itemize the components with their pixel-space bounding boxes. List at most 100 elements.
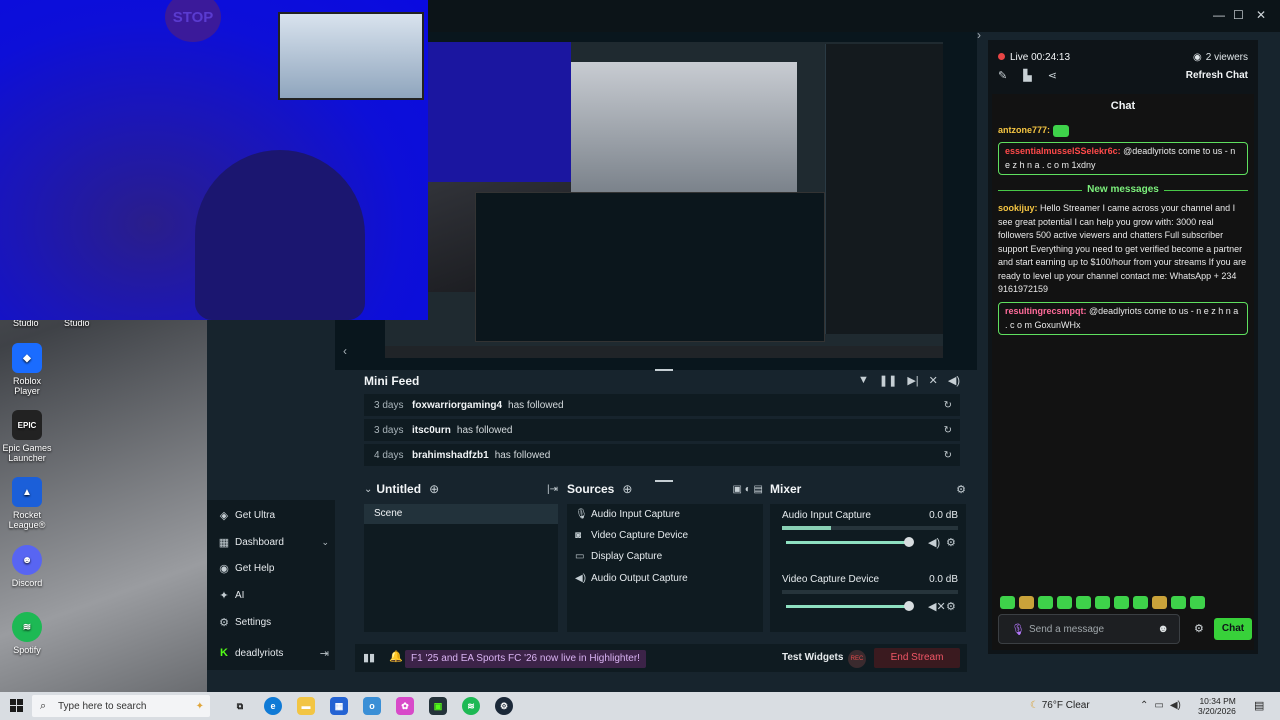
chevron-up-icon[interactable]: ⌃ [1140, 700, 1148, 711]
emote-icon[interactable] [1019, 596, 1034, 609]
desktop-icon-roblox[interactable]: ◆ Roblox Player [0, 343, 54, 396]
source-item-video-capture[interactable]: ◙ Video Capture Device [575, 525, 688, 545]
emoji-icon[interactable]: ☻ [1157, 623, 1169, 635]
close-icon[interactable]: ✕ [1256, 8, 1266, 22]
emote-icon[interactable] [1190, 596, 1205, 609]
taskbar-search[interactable]: ⌕ Type here to search ✦ [32, 695, 210, 717]
chat-input[interactable]: 🎙 Send a message ☻ [998, 614, 1180, 644]
source-item-audio-output[interactable]: ◀) Audio Output Capture [575, 568, 688, 588]
edit-stream-icon[interactable]: ✎ [998, 69, 1007, 82]
streamlabs-icon[interactable]: ▣ [429, 697, 447, 715]
windows-start-icon[interactable] [10, 699, 24, 713]
chat-username[interactable]: sookijuy: [998, 203, 1038, 213]
scene-collection-icon[interactable]: ⌄ [364, 484, 372, 495]
mute-alerts-icon[interactable]: ✕ [929, 374, 938, 387]
end-stream-button[interactable]: End Stream [874, 648, 960, 668]
task-view-icon[interactable]: ⧉ [231, 697, 249, 715]
emote-icon[interactable] [1000, 596, 1015, 609]
desktop-icon-label: Rocket League® [8, 510, 46, 530]
gear-icon[interactable]: ⚙ [946, 536, 956, 549]
emote-icon[interactable] [1133, 596, 1148, 609]
clip-icon[interactable]: ▙ [1023, 69, 1031, 82]
collapse-nav-icon[interactable]: ‹ [343, 344, 347, 358]
emote-bar [1000, 596, 1205, 609]
chat-username[interactable]: essentialmusselSSelekr6c: [1005, 146, 1121, 156]
maximize-icon[interactable]: ☐ [1233, 8, 1244, 22]
highlighter-promo[interactable]: F1 '25 and EA Sports FC '26 now live in … [405, 650, 646, 668]
file-explorer-icon[interactable]: ▬ [297, 697, 315, 715]
stats-icon[interactable]: ▮▮ [363, 651, 375, 664]
expand-chat-icon[interactable]: › [977, 28, 981, 42]
feed-user: brahimshadfzb1 [412, 449, 489, 461]
emote-icon[interactable] [1038, 596, 1053, 609]
repeat-alert-icon[interactable]: ↻ [944, 450, 952, 461]
volume-icon[interactable]: ◀) [1170, 700, 1181, 711]
scene-collection-title[interactable]: Untitled [376, 482, 421, 496]
volume-slider-knob[interactable] [904, 601, 914, 611]
source-item-audio-input[interactable]: 🎙 Audio Input Capture [575, 504, 680, 524]
volume-slider[interactable] [786, 601, 914, 611]
scene-item[interactable]: Scene [364, 504, 558, 524]
emote-icon[interactable] [1095, 596, 1110, 609]
desktop-icon-spotify[interactable]: ≋ Spotify [0, 612, 54, 655]
nav-item-ai[interactable]: ✦ AI [217, 585, 335, 605]
emote-icon[interactable] [1057, 596, 1072, 609]
emote-icon[interactable] [1076, 596, 1091, 609]
spotify-icon[interactable]: ≋ [462, 697, 480, 715]
store-icon[interactable]: ▦ [330, 697, 348, 715]
emote-icon[interactable] [1171, 596, 1186, 609]
viewer-count: ◉ 2 viewers [1193, 52, 1248, 63]
gear-icon[interactable]: ⚙ [946, 600, 956, 613]
desktop-icon-discord[interactable]: ☻ Discord [0, 545, 54, 588]
chat-username[interactable]: resultingrecsmpqt: [1005, 306, 1087, 316]
chat-send-button[interactable]: Chat [1214, 618, 1252, 640]
test-widgets-button[interactable]: Test Widgets [782, 652, 843, 663]
source-item-display-capture[interactable]: ▭ Display Capture [575, 546, 662, 566]
muted-icon[interactable]: ◀✕ [928, 600, 946, 613]
add-source-icon[interactable]: ⊕ [622, 482, 632, 496]
edge-icon[interactable]: e [264, 697, 282, 715]
desktop-icon-epic[interactable]: EPIC Epic Games Launcher [0, 410, 54, 463]
add-scene-icon[interactable]: ⊕ [429, 482, 439, 496]
rocket-league-icon: ▲ [12, 477, 42, 507]
refresh-chat-button[interactable]: Refresh Chat [1186, 70, 1248, 81]
mixer-settings-icon[interactable]: ⚙ [956, 483, 966, 496]
volume-slider[interactable] [786, 537, 914, 547]
pause-icon[interactable]: ❚❚ [879, 374, 897, 387]
notifications-icon[interactable]: ▤ [1254, 699, 1264, 712]
volume-slider-knob[interactable] [904, 537, 914, 547]
scene-transition-icon[interactable]: |⇥ [547, 484, 558, 495]
source-tools-icons[interactable]: ▣ ◐ ▤ [733, 484, 764, 495]
nav-item-dashboard[interactable]: ▦ Dashboard ⌄ [217, 532, 335, 552]
volume-icon[interactable]: ◀) [948, 374, 960, 387]
logout-icon[interactable]: ⇥ [320, 647, 329, 660]
nav-item-get-ultra[interactable]: ◈ Get Ultra [217, 505, 335, 525]
nav-item-settings[interactable]: ⚙ Settings [217, 612, 335, 632]
record-button[interactable]: REC [848, 650, 866, 668]
outlook-icon[interactable]: o [363, 697, 381, 715]
microphone-icon[interactable]: 🎙 [1011, 623, 1025, 636]
network-icon[interactable]: ▭ [1154, 700, 1163, 711]
steam-icon[interactable]: ⚙ [495, 697, 513, 715]
chat-pane: Live 00:24:13 ◉ 2 viewers ✎ ▙ ⋖ Refresh C… [988, 40, 1258, 654]
volume-icon[interactable]: ◀) [928, 536, 940, 549]
filter-icon[interactable]: ▼ [858, 374, 869, 387]
notification-bell-icon[interactable]: 🔔 [389, 650, 403, 663]
chat-settings-icon[interactable]: ⚙ [1194, 622, 1204, 635]
new-messages-divider: New messages [992, 184, 1254, 195]
emote-icon[interactable] [1114, 596, 1129, 609]
weather-widget[interactable]: ☾ 76°F Clear [1030, 700, 1090, 711]
skip-icon[interactable]: ▶| [907, 374, 918, 387]
nav-item-account[interactable]: K deadlyriots ⇥ [217, 643, 335, 663]
desktop-icon-rocket-league[interactable]: ▲ Rocket League® [0, 477, 54, 530]
repeat-alert-icon[interactable]: ↻ [944, 400, 952, 411]
taskbar-clock[interactable]: 10:34 PM 3/20/2026 [1198, 696, 1236, 716]
chevron-down-icon[interactable]: ⌄ [321, 537, 329, 548]
nav-item-get-help[interactable]: ◉ Get Help [217, 558, 335, 578]
minimize-icon[interactable]: — [1213, 8, 1225, 22]
repeat-alert-icon[interactable]: ↻ [944, 425, 952, 436]
chat-username[interactable]: antzone777: [998, 125, 1050, 135]
emote-icon[interactable] [1152, 596, 1167, 609]
copilot-icon[interactable]: ✿ [396, 697, 414, 715]
share-icon[interactable]: ⋖ [1048, 69, 1057, 82]
